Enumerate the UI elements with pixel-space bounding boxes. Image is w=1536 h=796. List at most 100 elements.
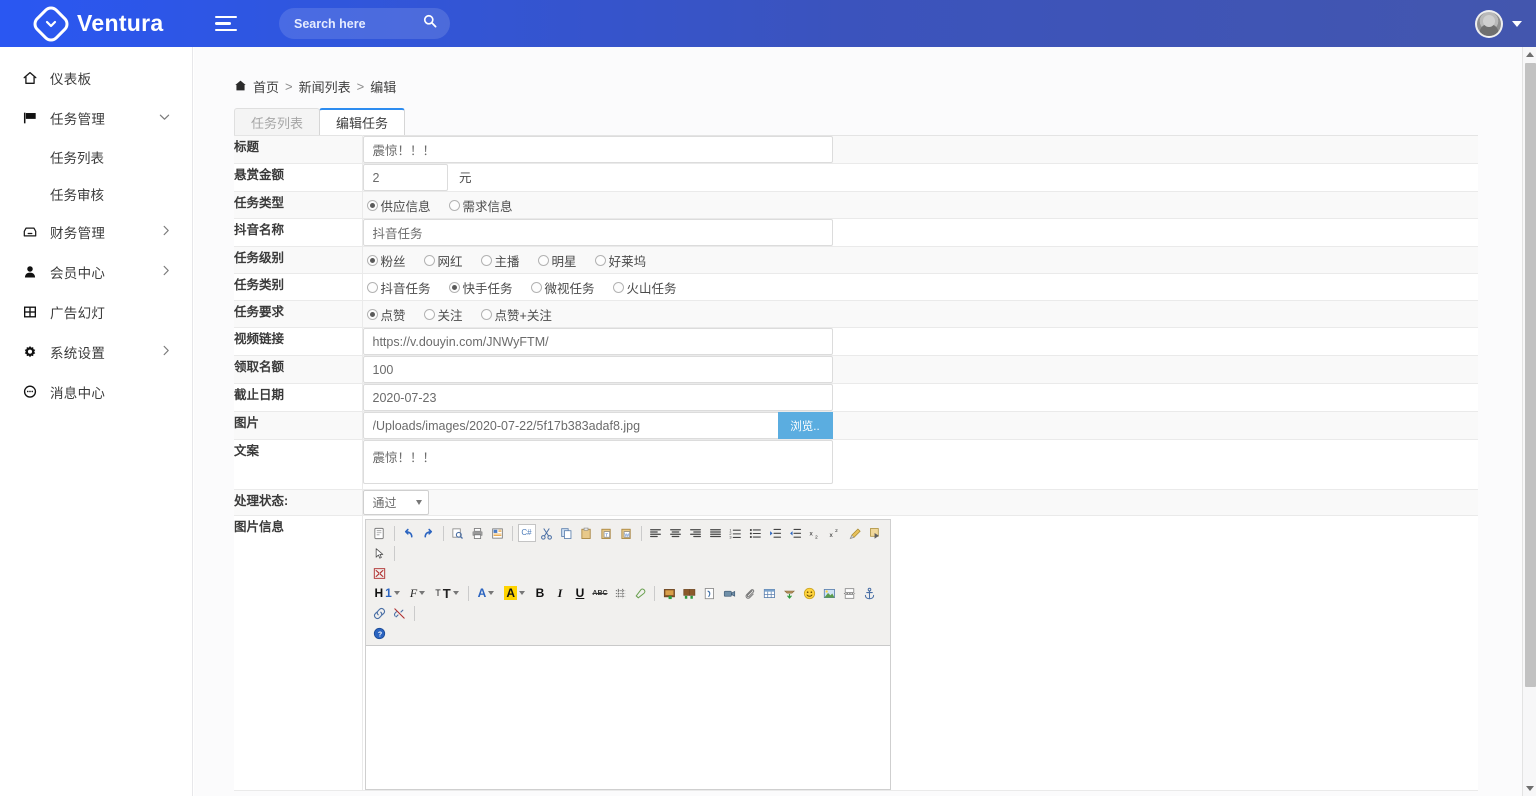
radio-option[interactable]: 点赞 [367,305,406,324]
user-menu[interactable] [1475,0,1522,47]
reward-amount-input[interactable] [363,164,448,191]
radio-option[interactable]: 点赞+关注 [481,305,552,324]
vertical-scrollbar[interactable] [1522,47,1536,796]
editor-content-area[interactable] [366,646,890,789]
title-input[interactable] [363,136,833,163]
tab-task-list[interactable]: 任务列表 [234,108,320,135]
select-all-icon[interactable] [867,524,885,542]
logo-area[interactable]: Ventura [0,9,193,39]
print-icon[interactable] [469,524,487,542]
align-right-icon[interactable] [687,524,705,542]
browse-button[interactable]: 浏览.. [778,412,833,439]
align-justify-icon[interactable] [707,524,725,542]
video-icon[interactable] [720,584,738,602]
radio-option[interactable]: 网红 [424,251,463,270]
radio-button[interactable] [449,282,460,293]
hamburger-menu-icon[interactable] [215,7,249,41]
sidebar-item-message-center[interactable]: 消息中心 [0,375,192,409]
undo-icon[interactable] [400,524,418,542]
anchor-icon[interactable] [860,584,878,602]
radio-button[interactable] [531,282,542,293]
flash-icon[interactable] [700,584,718,602]
radio-option[interactable]: 需求信息 [449,196,513,215]
sidebar-item-task-review[interactable]: 任务审核 [0,178,192,209]
sidebar-item-dashboard[interactable]: 仪表板 [0,61,192,95]
radio-option[interactable]: 好莱坞 [595,251,647,270]
deadline-input[interactable] [363,384,833,411]
sidebar-item-task-management[interactable]: 任务管理 [0,101,192,135]
search-input[interactable]: Search here [279,8,450,39]
breadcrumb-item-home[interactable]: 首页 [253,77,279,96]
radio-option[interactable]: 关注 [424,305,463,324]
image-icon[interactable] [660,584,678,602]
radio-option[interactable]: 供应信息 [367,196,431,215]
bg-color-icon[interactable]: A [504,584,525,602]
radio-button[interactable] [595,255,606,266]
copywriting-textarea[interactable]: 震惊！！！ [363,440,833,484]
outdent-icon[interactable] [787,524,805,542]
cut-icon[interactable] [538,524,556,542]
sidebar-item-task-list[interactable]: 任务列表 [0,141,192,172]
redo-icon[interactable] [420,524,438,542]
hr-icon[interactable] [780,584,798,602]
table-icon[interactable] [760,584,778,602]
unordered-list-icon[interactable] [747,524,765,542]
tab-edit-task[interactable]: 编辑任务 [319,108,405,135]
chevron-right-icon[interactable] [162,345,170,359]
preview-icon[interactable] [449,524,467,542]
emoji-icon[interactable] [800,584,818,602]
source-code-icon[interactable] [371,524,389,542]
radio-option[interactable]: 微视任务 [531,278,595,297]
link-icon[interactable] [371,604,389,622]
radio-button[interactable] [367,309,378,320]
sidebar-item-member-center[interactable]: 会员中心 [0,255,192,289]
scrollbar-thumb[interactable] [1525,63,1536,687]
radio-button[interactable] [538,255,549,266]
radio-button[interactable] [424,309,435,320]
superscript-icon[interactable]: x2 [827,524,845,542]
fontsize-dropdown[interactable]: TT [435,584,458,602]
strikethrough-icon[interactable]: ABC [591,584,609,602]
eraser-icon[interactable] [631,584,649,602]
pagebreak-icon[interactable] [840,584,858,602]
multi-image-icon[interactable] [680,584,698,602]
breadcrumb-item-news-list[interactable]: 新闻列表 [299,77,351,96]
scroll-down-arrow[interactable] [1526,786,1534,791]
radio-button[interactable] [481,255,492,266]
text-color-icon[interactable]: A [478,584,495,602]
video-link-input[interactable] [363,328,833,355]
radio-option[interactable]: 快手任务 [449,278,513,297]
radio-option[interactable]: 明星 [538,251,577,270]
help-icon[interactable]: ? [371,624,389,642]
paste-word-icon[interactable]: W [618,524,636,542]
template-icon[interactable] [489,524,507,542]
paste-icon[interactable] [578,524,596,542]
douyin-name-input[interactable] [363,219,833,246]
paste-text-icon[interactable]: T [598,524,616,542]
search-icon[interactable] [423,14,437,33]
chevron-down-icon[interactable] [159,113,170,124]
image-path-input[interactable] [363,412,833,439]
radio-button[interactable] [367,200,378,211]
bold-icon[interactable]: B [531,584,549,602]
chevron-down-icon[interactable] [1512,21,1522,27]
sidebar-item-ad-slider[interactable]: 广告幻灯 [0,295,192,329]
csharp-icon[interactable]: C# [518,524,536,542]
grid-icon[interactable] [611,584,629,602]
radio-option[interactable]: 火山任务 [613,278,677,297]
sidebar-item-finance[interactable]: 财务管理 [0,215,192,249]
copy-icon[interactable] [558,524,576,542]
align-left-icon[interactable] [647,524,665,542]
radio-button[interactable] [449,200,460,211]
attachment-icon[interactable] [740,584,758,602]
font-dropdown[interactable]: F [410,584,425,602]
map-icon[interactable] [820,584,838,602]
radio-button[interactable] [481,309,492,320]
status-select[interactable]: 通过 [363,490,429,515]
sidebar-item-system-settings[interactable]: 系统设置 [0,335,192,369]
radio-button[interactable] [367,255,378,266]
align-center-icon[interactable] [667,524,685,542]
chevron-right-icon[interactable] [162,265,170,279]
scroll-up-arrow[interactable] [1526,52,1534,57]
cursor-icon[interactable] [371,544,389,562]
